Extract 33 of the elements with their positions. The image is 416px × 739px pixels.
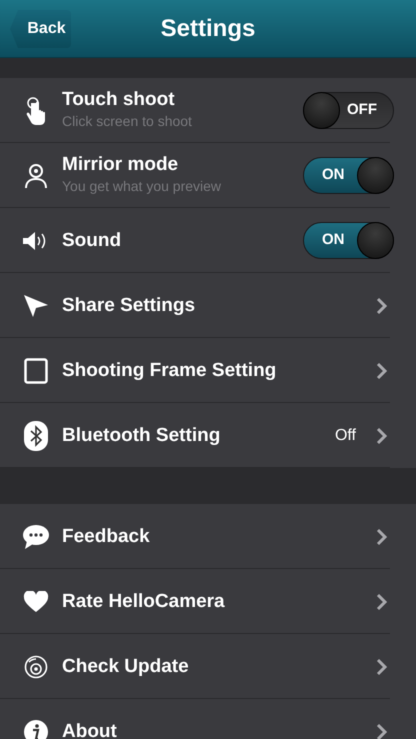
- chevron-icon[interactable]: [376, 528, 388, 546]
- chevron-icon[interactable]: [376, 722, 388, 739]
- setting-value: Off: [334, 426, 356, 446]
- chevron-icon[interactable]: [376, 296, 388, 314]
- frame-icon: [24, 358, 48, 384]
- chevron-icon[interactable]: [376, 426, 388, 444]
- chevron-icon[interactable]: [376, 592, 388, 610]
- setting-description: Click screen to shoot: [62, 112, 193, 131]
- setting-title[interactable]: Sound: [62, 230, 303, 252]
- setting-title[interactable]: Shooting Frame Setting: [62, 360, 376, 382]
- toggle-switch[interactable]: ON: [303, 222, 394, 259]
- toggle-switch[interactable]: OFF: [303, 92, 394, 129]
- setting-title[interactable]: Check Update: [62, 656, 376, 678]
- heart-icon: [23, 590, 49, 612]
- back-button[interactable]: Back: [10, 10, 71, 48]
- setting-title[interactable]: Touch shoot: [62, 89, 303, 111]
- person-icon: [24, 162, 48, 188]
- speech-bubble-icon: [22, 524, 50, 550]
- chevron-icon[interactable]: [376, 362, 388, 380]
- chevron-icon[interactable]: [376, 658, 388, 676]
- setting-title[interactable]: Share Settings: [62, 294, 376, 316]
- setting-title[interactable]: Mirrior mode: [62, 154, 303, 176]
- paper-plane-icon: [23, 294, 49, 318]
- setting-title[interactable]: About: [62, 720, 376, 739]
- setting-description: You get what you preview: [62, 176, 222, 196]
- bluetooth-icon: [24, 420, 48, 450]
- pointing-hand-icon: [25, 96, 47, 126]
- screen-title: Settings: [160, 15, 256, 42]
- setting-title[interactable]: Bluetooth Setting: [62, 424, 335, 446]
- setting-title[interactable]: Feedback: [62, 526, 376, 548]
- camera-lens-icon: [24, 654, 48, 678]
- toggle-switch[interactable]: ON: [303, 157, 394, 194]
- setting-title[interactable]: Rate HelloCamera: [62, 590, 376, 612]
